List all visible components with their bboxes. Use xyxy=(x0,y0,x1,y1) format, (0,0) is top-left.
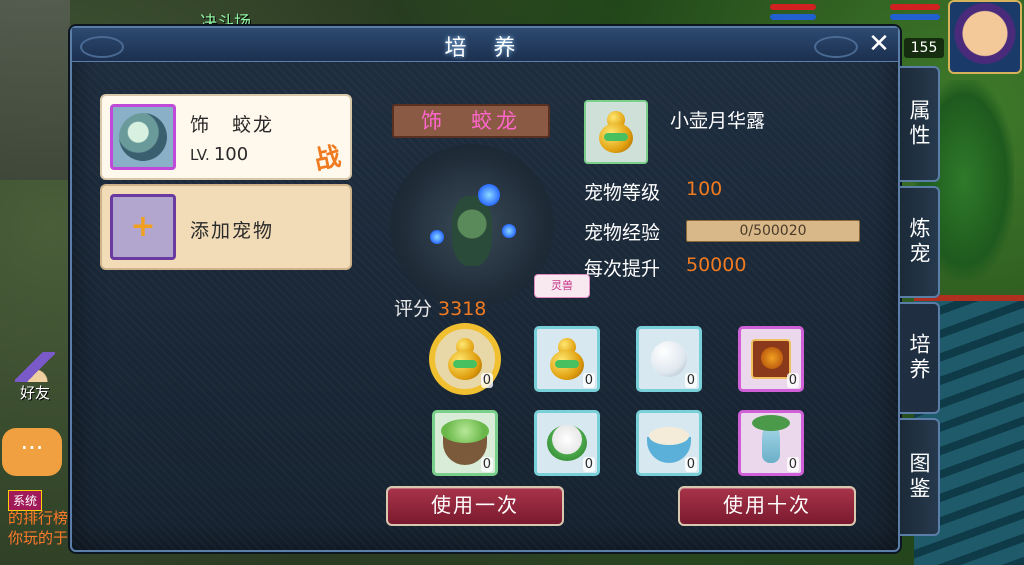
gain-value: 50000 xyxy=(686,254,747,276)
add-pet-label: 添加宠物 xyxy=(190,220,275,242)
system-message: 的排行榜 你玩的于 xyxy=(8,509,69,547)
use-ten-times-button[interactable]: 使用十次 xyxy=(678,486,856,526)
blue-orb-icon xyxy=(430,230,444,244)
snowball-icon xyxy=(651,341,687,377)
pet-display-title: 饰 蛟龙 xyxy=(392,104,550,138)
item-slot-tiger-book[interactable]: 0 xyxy=(738,326,804,392)
background-statue xyxy=(0,0,70,180)
chat-bubble-icon[interactable]: ··· xyxy=(2,428,62,476)
item-slot-porridge[interactable]: 0 xyxy=(636,410,702,476)
friend-label: 好友 xyxy=(19,384,50,402)
tab-refine-pet[interactable]: 炼宠 xyxy=(900,186,940,298)
rice-cake-icon xyxy=(547,425,587,461)
pet-name: 饰 蛟龙 xyxy=(190,114,275,136)
dragon-avatar-icon xyxy=(110,104,176,170)
vase-icon xyxy=(752,415,790,463)
cultivate-dialog: 培 养 ✕ 饰 蛟龙 LV. 100 战 + 添加宠物 饰 蛟龙 灵兽 评分 331… xyxy=(70,26,900,552)
item-slot-large-gourd[interactable]: 0 xyxy=(432,326,498,392)
close-icon[interactable]: ✕ xyxy=(866,31,892,58)
selected-item-icon xyxy=(584,100,648,164)
pet-score: 评分 3318 xyxy=(394,298,487,320)
spirit-beast-tag: 灵兽 xyxy=(534,274,590,298)
item-count: 0 xyxy=(582,373,595,388)
blue-wing-icon xyxy=(478,184,500,206)
player-level: 155 xyxy=(904,38,944,58)
item-count: 0 xyxy=(480,457,493,472)
pet-level-label: 宠物等级 xyxy=(584,182,661,204)
pet-exp-label: 宠物经验 xyxy=(584,222,661,244)
battle-badge: 战 xyxy=(311,141,344,177)
item-count: 0 xyxy=(786,457,799,472)
dialog-title-bar: 培 养 ✕ xyxy=(72,28,898,62)
pet-level: LV. 100 xyxy=(190,144,249,165)
exp-text: 0/500020 xyxy=(739,223,807,239)
add-pet-card[interactable]: + 添加宠物 xyxy=(100,184,352,270)
pet-exp-bar: 0/500020 xyxy=(686,220,860,242)
small-gourd-icon xyxy=(549,336,585,382)
tab-attributes[interactable]: 属性 xyxy=(900,66,940,182)
add-slot: + xyxy=(110,194,176,260)
item-count: 0 xyxy=(684,457,697,472)
dialog-title: 培 养 xyxy=(444,36,526,61)
friend-icon xyxy=(15,352,55,382)
item-count: 0 xyxy=(480,373,493,388)
item-count: 0 xyxy=(786,373,799,388)
tab-cultivate[interactable]: 培养 xyxy=(900,302,940,414)
blue-orb-icon xyxy=(502,224,516,238)
selected-item-name: 小壶月华露 xyxy=(670,110,766,132)
item-slot-vase[interactable]: 0 xyxy=(738,410,804,476)
use-once-button[interactable]: 使用一次 xyxy=(386,486,564,526)
item-slot-small-gourd[interactable]: 0 xyxy=(534,326,600,392)
pet-model-stage[interactable] xyxy=(390,144,554,308)
item-slot-pea-bowl[interactable]: 0 xyxy=(432,410,498,476)
pet-card-jiaolong[interactable]: 饰 蛟龙 LV. 100 战 xyxy=(100,94,352,180)
large-gourd-icon xyxy=(447,336,483,382)
plus-icon: + xyxy=(130,209,156,244)
tab-handbook[interactable]: 图鉴 xyxy=(900,418,940,536)
friend-button[interactable]: 好友 xyxy=(6,352,64,412)
item-count: 0 xyxy=(684,373,697,388)
tiger-book-icon xyxy=(751,339,791,379)
pet-level-value: 100 xyxy=(686,178,723,200)
player-avatar[interactable] xyxy=(948,0,1022,74)
dragon-model xyxy=(452,196,492,266)
item-count: 0 xyxy=(582,457,595,472)
gain-label: 每次提升 xyxy=(584,258,661,280)
gourd-icon xyxy=(598,109,634,155)
item-slot-rice-cake[interactable]: 0 xyxy=(534,410,600,476)
item-slot-snowball[interactable]: 0 xyxy=(636,326,702,392)
